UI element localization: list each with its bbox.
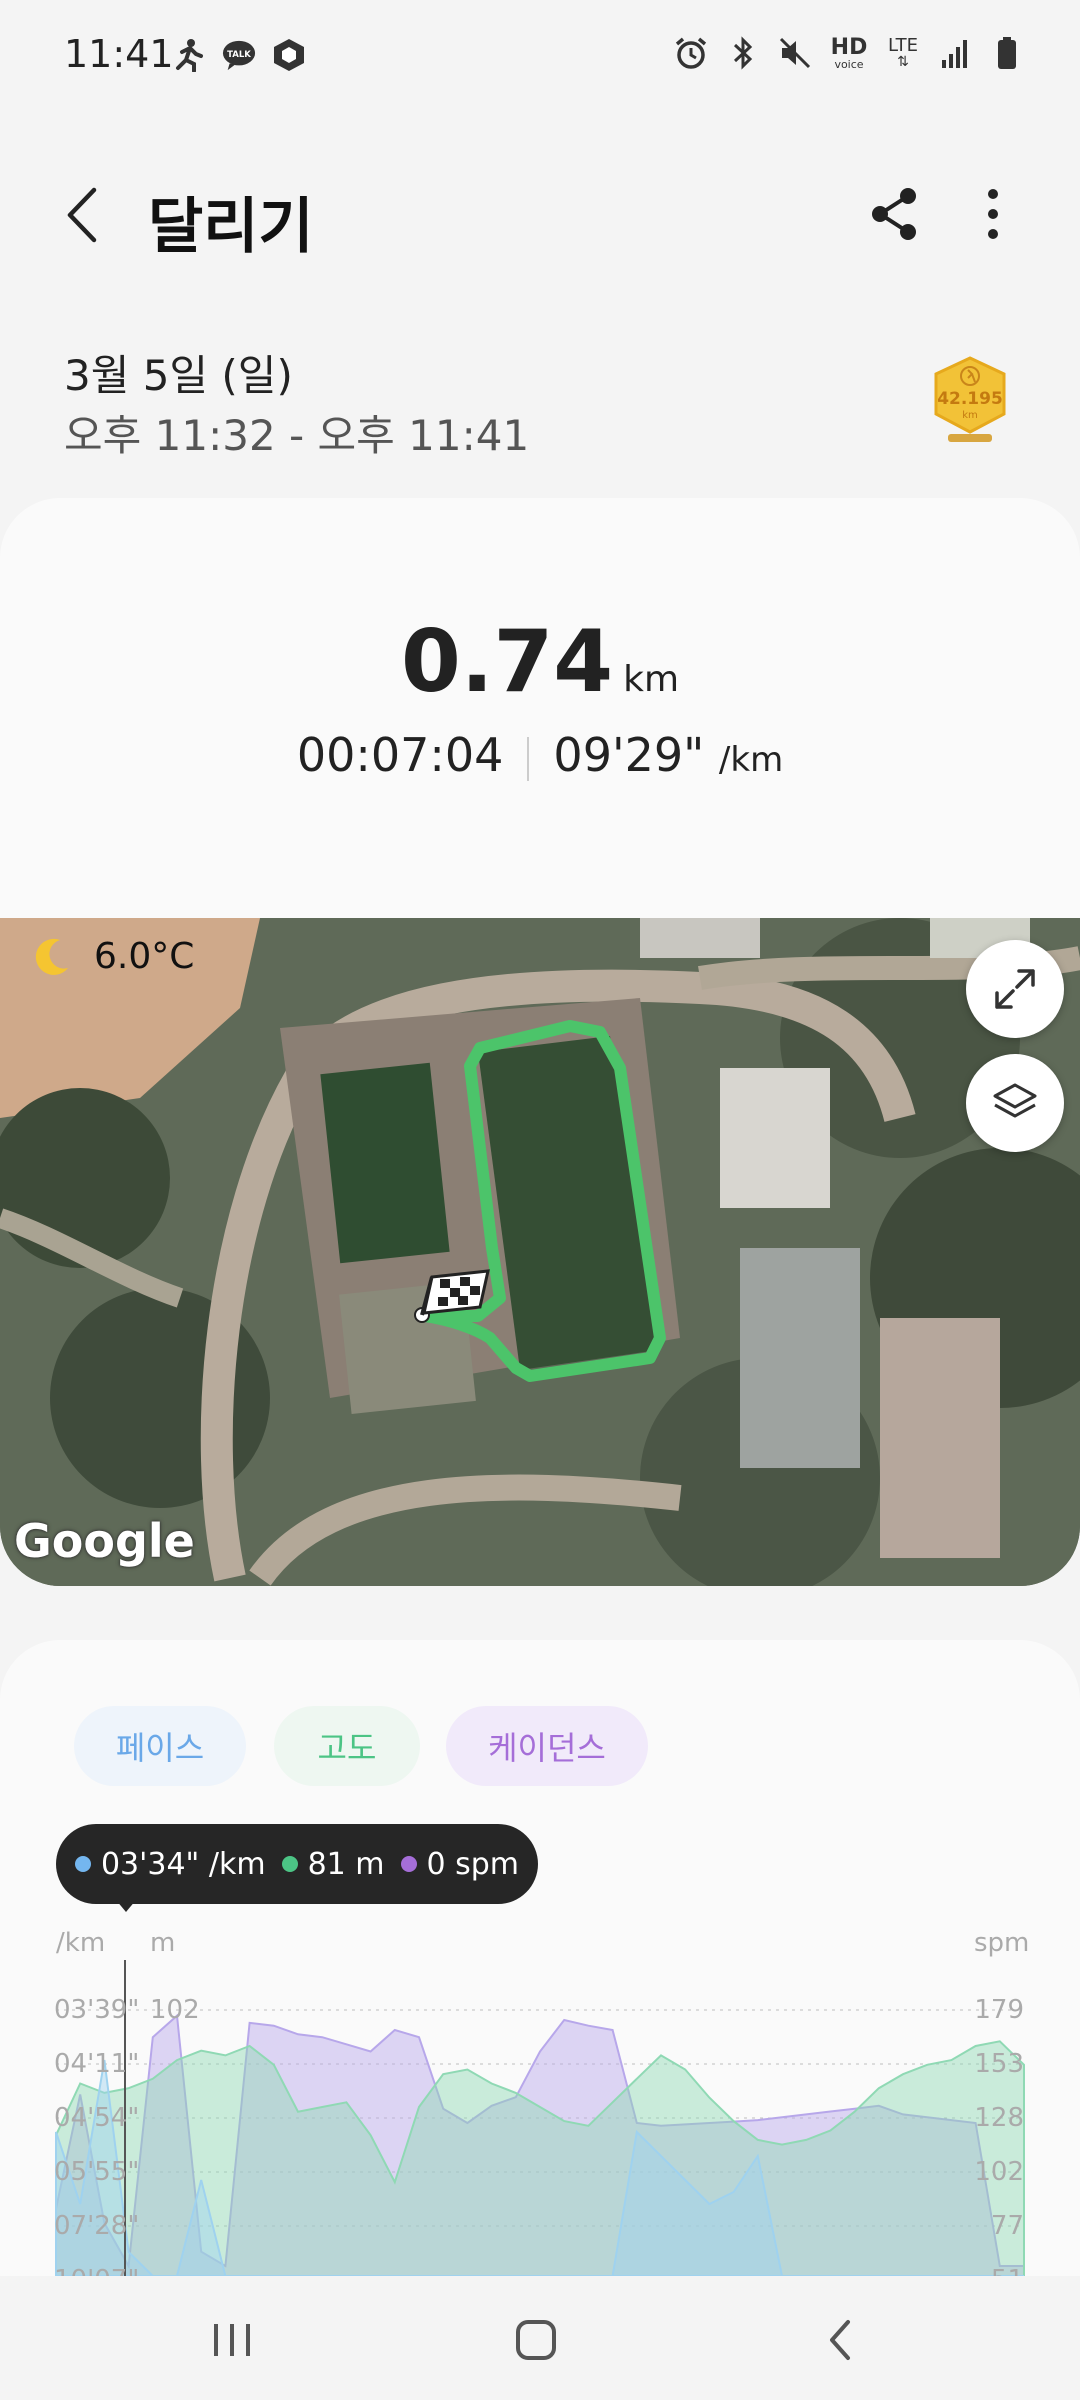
google-logo: Google — [14, 1514, 195, 1568]
pace-tick-label: 10'07" — [54, 2265, 139, 2276]
tooltip-cadence: 0 spm — [426, 1846, 520, 1882]
tab-pace[interactable]: 페이스 — [74, 1706, 246, 1786]
tab-altitude-label: 고도 — [317, 1729, 377, 1767]
mute-icon — [778, 36, 812, 70]
altitude-tick-label: 102 — [150, 1995, 200, 2025]
back-button[interactable] — [56, 180, 112, 250]
cadence-tick-label: 102 — [974, 2157, 1024, 2187]
marathon-medal-badge[interactable]: 42.195 km — [930, 356, 1010, 448]
tab-cadence[interactable]: 케이던스 — [446, 1706, 648, 1786]
chevron-left-icon — [67, 187, 97, 243]
cadence-axis-unit: spm — [974, 1928, 1030, 1958]
nav-back-button[interactable] — [812, 2310, 868, 2370]
session-date: 3월 5일 (일) — [64, 351, 293, 400]
recent-apps-icon — [214, 2324, 250, 2356]
moon-icon — [35, 938, 68, 975]
home-button[interactable] — [506, 2310, 566, 2370]
pace-tick-label: 04'11" — [54, 2049, 139, 2079]
distance-unit: km — [623, 659, 680, 700]
navigation-bar — [0, 2276, 1080, 2400]
pace-axis-unit: /km — [56, 1928, 106, 1958]
tooltip-altitude: 81 m — [307, 1846, 385, 1882]
running-person-icon — [172, 38, 206, 72]
svg-text:42.195: 42.195 — [937, 389, 1003, 409]
home-icon — [516, 2320, 556, 2360]
cube-app-icon — [272, 38, 306, 72]
satellite-map-image — [0, 918, 1080, 1586]
activity-chart[interactable]: 03'39" 04'11" 04'54" 05'55" 07'28" 10'07" 102 1… — [0, 1960, 1080, 2276]
duration-pace-row: 00:07:04 09'29" /km — [0, 728, 1080, 782]
share-button[interactable] — [864, 182, 924, 246]
tooltip-pointer — [116, 1900, 136, 1912]
battery-icon — [990, 36, 1024, 70]
alarm-icon — [674, 36, 708, 70]
route-map[interactable] — [0, 918, 1080, 1586]
share-icon — [872, 188, 916, 240]
medal-icon: 42.195 km — [934, 356, 1006, 442]
status-time: 11:41 — [64, 32, 174, 76]
tab-cadence-label: 케이던스 — [488, 1729, 606, 1767]
layers-icon — [993, 1083, 1037, 1118]
map-layers-button[interactable] — [966, 1054, 1064, 1152]
recent-apps-button[interactable] — [204, 2310, 260, 2370]
distance-value: 0.74 — [400, 612, 614, 712]
pace-tick-label: 03'39" — [54, 1995, 139, 2025]
expand-map-button[interactable] — [966, 940, 1064, 1038]
svg-text:TALK: TALK — [227, 50, 251, 60]
cadence-tick-label: 77 — [991, 2211, 1024, 2241]
session-time-range: 오후 11:32 - 오후 11:41 — [64, 411, 530, 460]
pace-value: 09'29" — [553, 728, 705, 782]
cadence-tick-label: 128 — [974, 2103, 1024, 2133]
weather-info: 6.0°C — [30, 934, 194, 978]
cadence-tick-label: 179 — [974, 1995, 1024, 2025]
lte-icon: LTE ⇅ — [888, 35, 918, 70]
tooltip-pace: 03'34" /km — [100, 1846, 266, 1882]
more-options-button[interactable] — [968, 182, 1018, 246]
distance-summary: 0.74 km — [0, 612, 1080, 712]
signal-icon — [938, 36, 972, 70]
svg-text:km: km — [962, 410, 978, 421]
bluetooth-icon — [726, 36, 760, 70]
pace-dot-icon — [74, 1856, 91, 1872]
cadence-tick-label: 153 — [974, 2049, 1024, 2079]
page-title: 달리기 — [148, 192, 314, 262]
tab-pace-label: 페이스 — [115, 1729, 205, 1767]
chart-tooltip: 03'34" /km 81 m 0 spm — [56, 1824, 538, 1904]
temperature-text: 6.0°C — [94, 935, 195, 977]
tab-altitude[interactable]: 고도 — [274, 1706, 420, 1786]
pace-unit: /km — [718, 740, 784, 780]
more-vertical-icon — [988, 189, 998, 239]
cadence-dot-icon — [400, 1856, 417, 1872]
pace-tick-label: 07'28" — [54, 2211, 139, 2241]
hd-voice-icon: HD voice — [830, 34, 868, 71]
altitude-axis-unit: m — [150, 1928, 176, 1958]
nav-back-icon — [830, 2320, 850, 2360]
pace-tick-label: 04'54" — [54, 2103, 139, 2133]
pace-tick-label: 05'55" — [54, 2157, 139, 2187]
expand-icon — [995, 969, 1035, 1009]
altitude-dot-icon — [281, 1856, 298, 1872]
cadence-tick-label: 51 — [991, 2265, 1024, 2276]
kakaotalk-icon: TALK — [222, 38, 256, 72]
duration-value: 00:07:04 — [296, 728, 504, 782]
status-bar: 11:41 TALK HD voice LTE ⇅ — [0, 0, 1080, 120]
